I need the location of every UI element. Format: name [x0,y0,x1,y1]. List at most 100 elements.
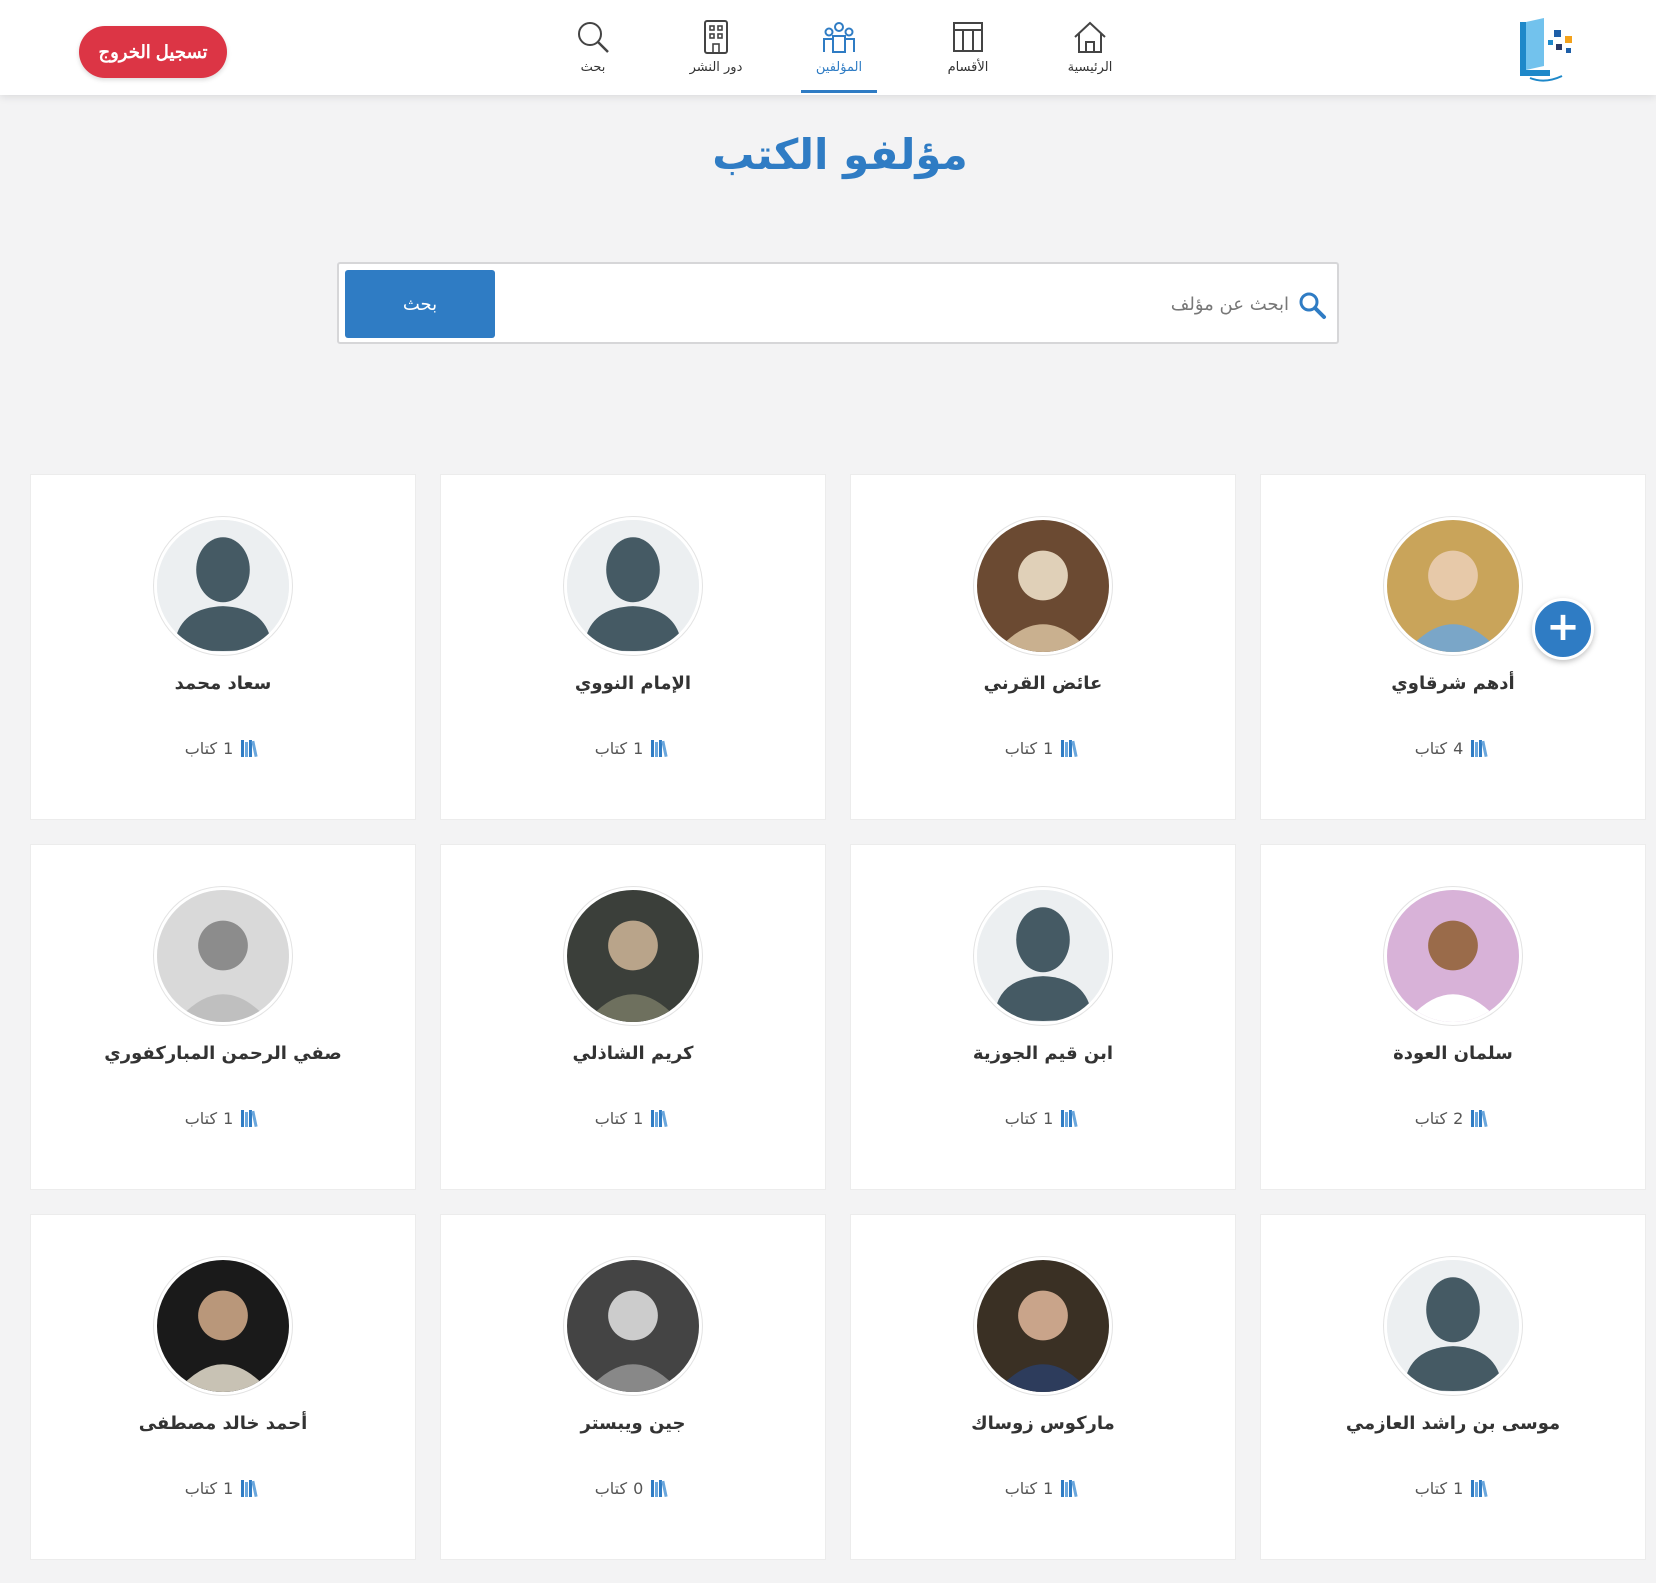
book-count-unit: كتاب [1004,1108,1038,1128]
logout-button[interactable]: تسجيل الخروج [79,26,227,78]
book-count: 1 كتاب [1261,1477,1645,1499]
author-photo[interactable] [974,517,1112,655]
nav-sections-label: الأقسام [947,60,989,75]
book-count-number: 1 [1043,1478,1054,1498]
nav-search-label: بحث [580,60,606,75]
book-count: 1 كتاب [31,1107,415,1129]
add-author-button[interactable]: + [1532,598,1594,660]
top-navbar: الرئيسية الأقسام المؤلفين دور النشر بحث … [0,0,1656,95]
authors-icon [823,22,855,53]
nav-publishers-label: دور النشر [689,60,743,75]
site-logo[interactable] [1510,14,1580,84]
book-count-unit: كتاب [184,1108,218,1128]
book-count-unit: كتاب [1414,1478,1448,1498]
author-name[interactable]: صفي الرحمن المباركفوري [31,1043,415,1064]
author-search-bar: بحث [337,262,1339,344]
book-count: 0 كتاب [441,1477,825,1499]
default-avatar-icon[interactable] [564,517,702,655]
books-icon [1061,1480,1078,1498]
author-name[interactable]: جين ويبستر [441,1413,825,1434]
author-name[interactable]: سلمان العودة [1261,1043,1645,1064]
author-name[interactable]: سعاد محمد [31,673,415,694]
author-photo[interactable] [564,887,702,1025]
nav-authors-label: المؤلفين [815,60,863,75]
author-name[interactable]: ابن قيم الجوزية [851,1043,1235,1064]
nav-home[interactable]: الرئيسية [1045,0,1135,95]
author-name[interactable]: أدهم شرقاوي [1261,673,1645,694]
building-icon [704,20,728,54]
default-avatar-icon[interactable] [154,517,292,655]
author-name[interactable]: ماركوس زوساك [851,1413,1235,1434]
author-name[interactable]: عائض القرني [851,673,1235,694]
book-count-unit: كتاب [594,738,628,758]
books-icon [651,1110,668,1128]
search-submit-button[interactable]: بحث [345,270,495,338]
nav-authors[interactable]: المؤلفين [801,0,877,95]
author-photo[interactable] [154,1257,292,1395]
book-count: 2 كتاب [1261,1107,1645,1129]
author-card[interactable]: سلمان العودة 2 كتاب [1260,844,1646,1190]
book-count-number: 1 [1043,1108,1054,1128]
books-icon [1471,740,1488,758]
author-name[interactable]: الإمام النووي [441,673,825,694]
search-icon [578,22,609,53]
books-icon [1061,740,1078,758]
author-card[interactable]: موسى بن راشد العازمي 1 كتاب [1260,1214,1646,1560]
default-avatar-icon[interactable] [1384,1257,1522,1395]
book-count: 1 كتاب [31,737,415,759]
book-count-number: 1 [1043,738,1054,758]
books-icon [1471,1110,1488,1128]
author-photo[interactable] [154,887,292,1025]
author-name[interactable]: كريم الشاذلي [441,1043,825,1064]
book-count-number: 1 [633,738,644,758]
author-card[interactable]: أحمد خالد مصطفى 1 كتاب [30,1214,416,1560]
page-title: مؤلفو الكتب [712,130,968,179]
book-count: 1 كتاب [31,1477,415,1499]
author-card[interactable]: الإمام النووي 1 كتاب [440,474,826,820]
book-count: 4 كتاب [1261,737,1645,759]
author-search-input[interactable] [509,282,1289,326]
book-count-unit: كتاب [184,1478,218,1498]
author-photo[interactable] [1384,517,1522,655]
books-icon [1471,1480,1488,1498]
default-avatar-icon[interactable] [974,887,1112,1025]
author-card[interactable]: ماركوس زوساك 1 كتاب [850,1214,1236,1560]
books-icon [241,740,258,758]
book-count-number: 0 [633,1478,644,1498]
author-card[interactable]: عائض القرني 1 كتاب [850,474,1236,820]
author-photo[interactable] [564,1257,702,1395]
sections-icon [953,22,983,52]
author-card[interactable]: كريم الشاذلي 1 كتاب [440,844,826,1190]
author-name[interactable]: أحمد خالد مصطفى [31,1413,415,1434]
nav-sections[interactable]: الأقسام [923,0,1013,95]
author-name[interactable]: موسى بن راشد العازمي [1261,1413,1645,1434]
author-photo[interactable] [1384,887,1522,1025]
author-photo[interactable] [974,1257,1112,1395]
author-card[interactable]: جين ويبستر 0 كتاب [440,1214,826,1560]
author-card[interactable]: ابن قيم الجوزية 1 كتاب [850,844,1236,1190]
books-icon [651,1480,668,1498]
book-count: 1 كتاب [851,1477,1235,1499]
author-card[interactable]: سعاد محمد 1 كتاب [30,474,416,820]
book-count-unit: كتاب [1414,738,1448,758]
book-count-number: 1 [223,1108,234,1128]
books-icon [651,740,668,758]
book-count: 1 كتاب [441,737,825,759]
author-card[interactable]: صفي الرحمن المباركفوري 1 كتاب [30,844,416,1190]
books-icon [1061,1110,1078,1128]
book-count-unit: كتاب [184,738,218,758]
nav-publishers[interactable]: دور النشر [671,0,761,95]
book-count-unit: كتاب [1414,1108,1448,1128]
search-icon [1299,292,1326,319]
book-count-unit: كتاب [594,1478,628,1498]
books-icon [241,1480,258,1498]
nav-search[interactable]: بحث [548,0,638,95]
book-count-number: 4 [1453,738,1464,758]
book-count-number: 1 [223,1478,234,1498]
book-count-unit: كتاب [594,1108,628,1128]
book-count-number: 1 [1453,1478,1464,1498]
book-count: 1 كتاب [441,1107,825,1129]
book-count-unit: كتاب [1004,1478,1038,1498]
book-count-number: 2 [1453,1108,1464,1128]
books-icon [241,1110,258,1128]
